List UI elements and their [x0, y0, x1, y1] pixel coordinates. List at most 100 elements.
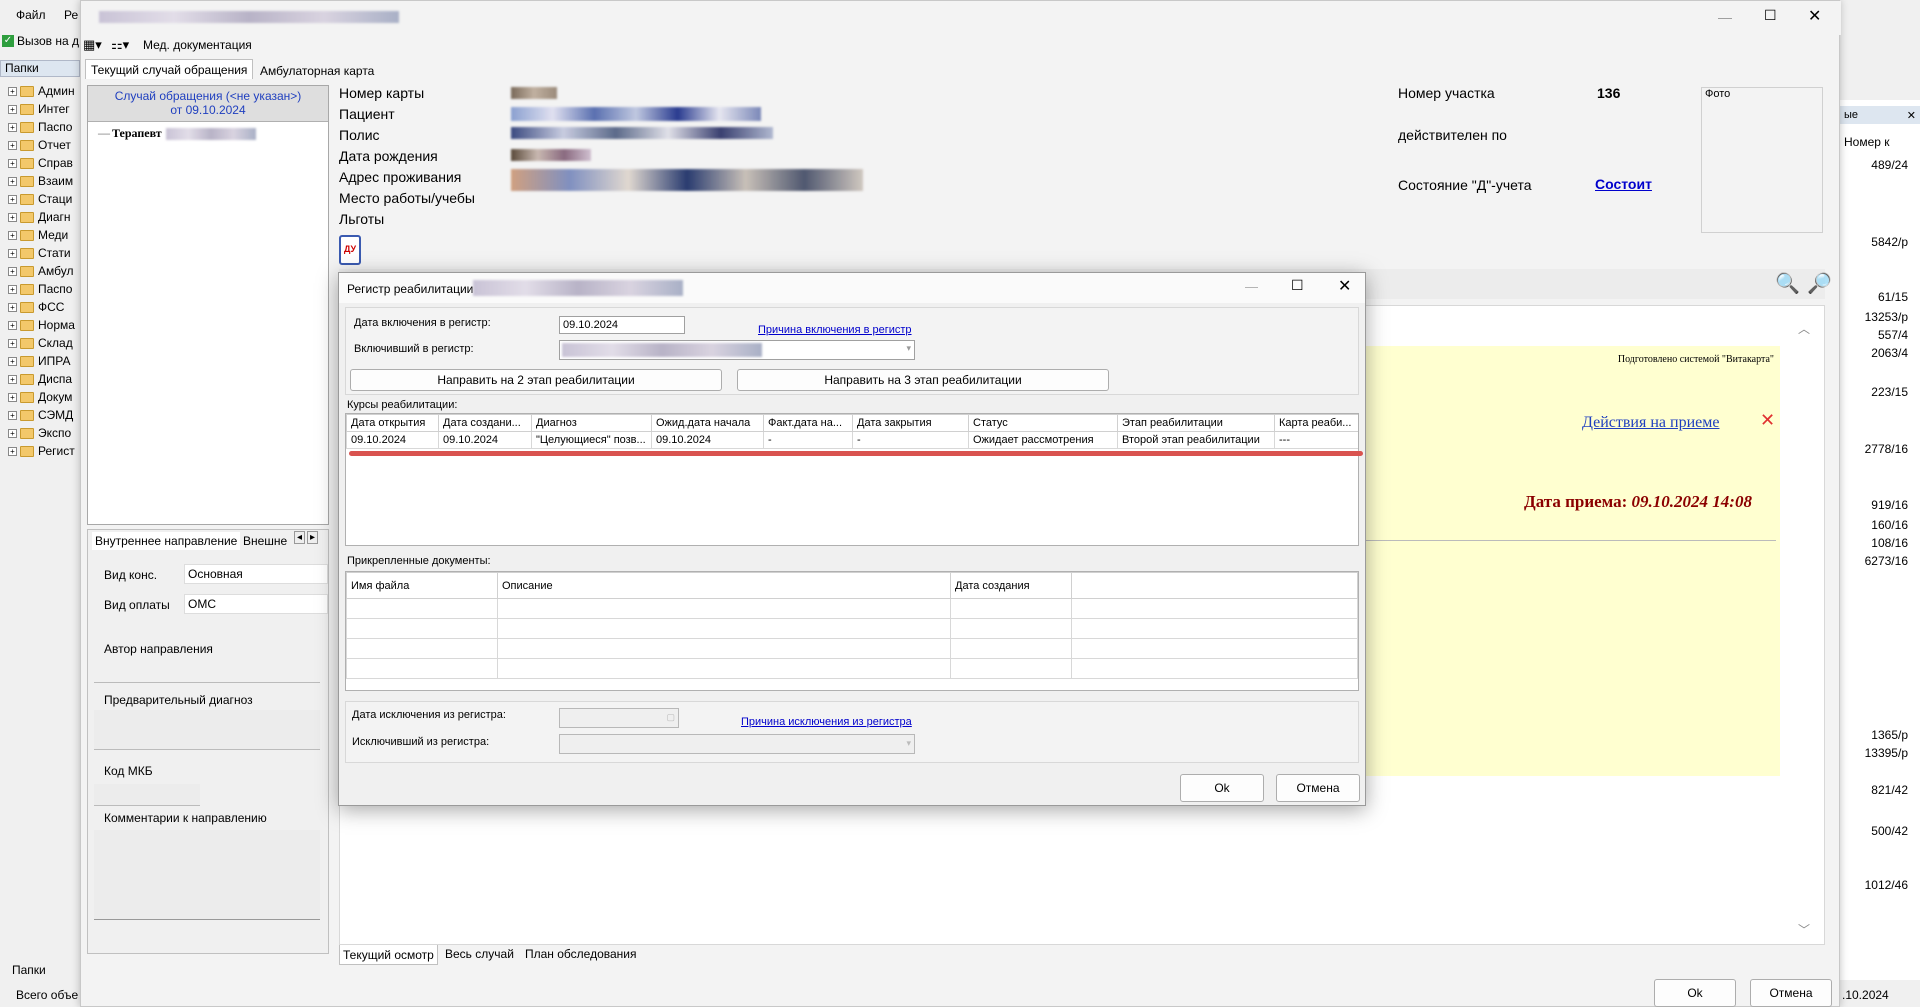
minimize-icon[interactable]: — — [1245, 279, 1258, 294]
zoom-in-icon[interactable]: 🔍 — [1775, 271, 1800, 296]
bg-menu-file[interactable]: Файл — [16, 8, 46, 22]
med-docs-button[interactable]: Мед. документация — [143, 38, 252, 52]
scroll-up-icon[interactable]: ︿ — [1798, 320, 1810, 337]
folder-tree-item[interactable]: + ИПРА — [8, 352, 70, 370]
folder-tree-item[interactable]: + Докум — [8, 388, 72, 406]
courses-column-header[interactable]: Диагноз — [531, 414, 652, 432]
tab-whole-case[interactable]: Весь случай — [445, 947, 514, 961]
expand-icon[interactable]: + — [8, 302, 17, 312]
excluded-by-field[interactable]: ▾ — [559, 734, 915, 754]
expand-icon[interactable]: + — [8, 194, 17, 204]
expand-icon[interactable]: + — [8, 248, 17, 258]
expand-icon[interactable]: + — [8, 86, 17, 96]
mkb-box[interactable] — [94, 784, 200, 806]
zoom-out-icon[interactable]: 🔎 — [1807, 271, 1832, 296]
folder-tree-item[interactable]: + Взаим — [8, 172, 73, 190]
minimize-icon[interactable]: — — [1718, 9, 1732, 25]
expand-icon[interactable]: + — [8, 212, 17, 222]
table-row[interactable]: 09.10.2024 09.10.2024 "Целующиеся" позв...… — [346, 431, 1358, 449]
expand-icon[interactable]: + — [8, 230, 17, 240]
folder-tree-item[interactable]: + Интег — [8, 100, 70, 118]
close-icon[interactable]: ✕ — [1808, 6, 1821, 26]
expand-icon[interactable]: + — [8, 356, 17, 366]
folder-tree-item[interactable]: + Админ — [8, 82, 75, 100]
docs-column-header[interactable]: Имя файла — [346, 572, 498, 599]
stage2-button[interactable]: Направить на 2 этап реабилитации — [350, 369, 722, 391]
courses-column-header[interactable]: Карта реаби... — [1274, 414, 1358, 432]
expand-icon[interactable]: + — [8, 104, 17, 114]
folder-tree-item[interactable]: + Диспа — [8, 370, 72, 388]
courses-column-header[interactable]: Статус — [968, 414, 1118, 432]
stage3-button[interactable]: Направить на 3 этап реабилитации — [737, 369, 1109, 391]
photo-box[interactable]: Фото — [1701, 87, 1823, 233]
main-cancel-button[interactable]: Отмена — [1750, 979, 1832, 1007]
folder-tree-item[interactable]: + Диагн — [8, 208, 71, 226]
tab-current-exam[interactable]: Текущий осмотр — [339, 945, 438, 965]
folder-tree-item[interactable]: + Справ — [8, 154, 73, 172]
courses-column-header[interactable]: Факт.дата на... — [763, 414, 853, 432]
tab-scroll-arrows[interactable]: ◂ ▸ — [294, 531, 319, 544]
incl-date-field[interactable]: 09.10.2024 — [559, 316, 685, 334]
expand-icon[interactable]: + — [8, 338, 17, 348]
expand-icon[interactable]: + — [8, 140, 17, 150]
courses-column-header[interactable]: Дата открытия — [346, 414, 439, 432]
dropdown-icon[interactable]: ▾ — [906, 738, 911, 749]
folder-tree-item[interactable]: + СЭМД — [8, 406, 73, 424]
arrow-left-icon[interactable]: ◂ — [294, 531, 306, 544]
bg-menu-re[interactable]: Ре — [64, 8, 78, 22]
scroll-down-icon[interactable]: ﹀ — [1798, 921, 1810, 938]
docs-column-header[interactable]: Описание — [497, 572, 951, 599]
folder-tree-item[interactable]: + Стаци — [8, 190, 72, 208]
case-tree-item[interactable]: — Терапевт — [98, 126, 256, 141]
doc-close-icon[interactable]: ✕ — [1760, 410, 1775, 431]
dialog-ok-button[interactable]: Ok — [1180, 774, 1264, 802]
arrow-right-icon[interactable]: ▸ — [307, 531, 319, 544]
expand-icon[interactable]: + — [8, 374, 17, 384]
folder-tree-item[interactable]: + Регист — [8, 442, 75, 460]
courses-column-header[interactable]: Ожид.дата начала — [651, 414, 764, 432]
folder-tree-item[interactable]: + ФСС — [8, 298, 64, 316]
main-ok-button[interactable]: Ok — [1654, 979, 1736, 1007]
expand-icon[interactable]: + — [8, 410, 17, 420]
expand-icon[interactable]: + — [8, 176, 17, 186]
folder-tree-item[interactable]: + Паспо — [8, 280, 72, 298]
folder-tree-item[interactable]: + Меди — [8, 226, 68, 244]
tab-ambulatory-card[interactable]: Амбулаторная карта — [255, 62, 379, 80]
calendar-icon[interactable]: ▢ — [666, 712, 675, 723]
close-icon[interactable]: ✕ — [1338, 276, 1351, 296]
expand-icon[interactable]: + — [8, 392, 17, 402]
folder-tree-item[interactable]: + Экспо — [8, 424, 71, 442]
bg-call-button[interactable]: ✓ Вызов на д — [2, 34, 79, 48]
folder-tree-item[interactable]: + Амбул — [8, 262, 73, 280]
prediag-box[interactable] — [94, 710, 320, 750]
folder-tree-item[interactable]: + Паспо — [8, 118, 72, 136]
cons-type-field[interactable]: Основная — [184, 564, 328, 584]
pay-type-field[interactable]: ОМС — [184, 594, 328, 614]
expand-icon[interactable]: + — [8, 266, 17, 276]
incl-reason-link[interactable]: Причина включения в регистр — [758, 324, 912, 336]
tab-exam-plan[interactable]: План обследования — [525, 947, 637, 961]
tab-internal-direction[interactable]: Внутреннее направление — [92, 532, 241, 550]
expand-icon[interactable]: + — [8, 284, 17, 294]
included-by-field[interactable]: ▾ — [559, 340, 915, 360]
d-state-link[interactable]: Состоит — [1595, 176, 1652, 192]
maximize-icon[interactable]: ☐ — [1764, 7, 1777, 24]
expand-icon[interactable]: + — [8, 428, 17, 438]
tab-current-case[interactable]: Текущий случай обращения — [85, 59, 254, 79]
maximize-icon[interactable]: ☐ — [1291, 277, 1304, 294]
dropdown-icon[interactable]: ▾ — [906, 343, 911, 354]
case-header[interactable]: Случай обращения (<не указан>) от 09.10.… — [88, 86, 328, 122]
tab-external-direction[interactable]: Внешне — [243, 534, 287, 548]
expand-icon[interactable]: + — [8, 320, 17, 330]
docs-column-header[interactable]: Дата создания — [950, 572, 1072, 599]
expand-icon[interactable]: + — [8, 446, 17, 456]
bg-bottom-tab[interactable]: Папки — [12, 963, 46, 977]
folder-tree-item[interactable]: + Отчет — [8, 136, 71, 154]
excl-date-field[interactable]: ▢ — [559, 708, 679, 728]
grid-icon[interactable]: ⚏▾ — [111, 37, 129, 53]
excl-reason-link[interactable]: Причина исключения из регистра — [741, 716, 912, 728]
folder-tree-item[interactable]: + Стати — [8, 244, 71, 262]
dialog-cancel-button[interactable]: Отмена — [1276, 774, 1360, 802]
folder-tree-item[interactable]: + Норма — [8, 316, 75, 334]
calc-icon[interactable]: ▦▾ — [83, 37, 102, 53]
